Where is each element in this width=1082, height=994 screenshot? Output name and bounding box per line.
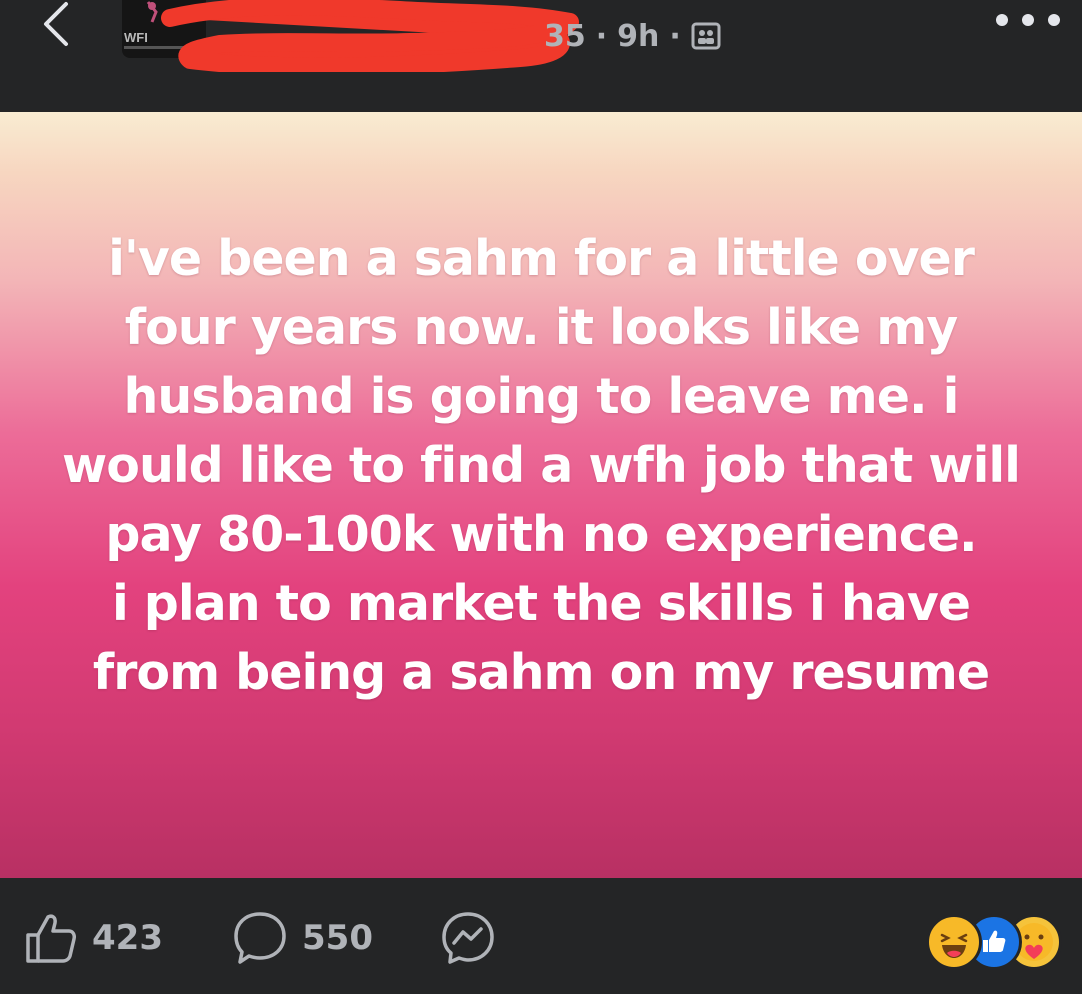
group-logo-text: WFI (124, 30, 148, 45)
post-action-bar: 423 550 (0, 878, 1082, 994)
post-line: i plan to market the skills i have (111, 574, 971, 632)
share-messenger-button[interactable] (440, 906, 496, 970)
post-time[interactable]: 9h (617, 19, 659, 54)
back-button[interactable] (30, 0, 80, 50)
post-meta: 35 · 9h · (544, 14, 721, 58)
post-line: four years now. it looks like my (124, 298, 958, 356)
post-line: i've been a sahm for a little over (108, 229, 975, 287)
thumbs-up-icon (26, 914, 76, 963)
messenger-icon (442, 912, 494, 964)
post-line: from being a sahm on my resume (92, 643, 990, 701)
member-count-suffix: 35 (544, 18, 586, 54)
post-line: would like to find a wfh job that will (62, 436, 1021, 494)
comment-bubble-icon (234, 912, 286, 964)
reactions-summary[interactable] (924, 914, 1064, 970)
more-dot-icon (1022, 14, 1034, 26)
group-privacy-icon (691, 22, 721, 50)
post-text: i've been a sahm for a little over four … (61, 224, 1021, 707)
meta-separator: · (595, 18, 608, 54)
post-background-card: i've been a sahm for a little over four … (0, 112, 1082, 878)
haha-icon (926, 914, 982, 970)
comment-count: 550 (302, 918, 373, 958)
comment-button[interactable]: 550 (232, 906, 373, 970)
like-button[interactable]: 423 (24, 906, 163, 970)
more-options-button[interactable] (996, 6, 1060, 34)
more-dot-icon (1048, 14, 1060, 26)
post-line: husband is going to leave me. i (123, 367, 960, 425)
post-header: WFI 35 · 9h · (0, 0, 1082, 112)
redaction-scribble (161, 0, 579, 72)
meta-separator-2: · (669, 18, 681, 54)
like-count: 423 (92, 918, 163, 958)
chevron-left-icon (44, 2, 68, 46)
post-line: pay 80-100k with no experience. (105, 505, 977, 563)
more-dot-icon (996, 14, 1008, 26)
